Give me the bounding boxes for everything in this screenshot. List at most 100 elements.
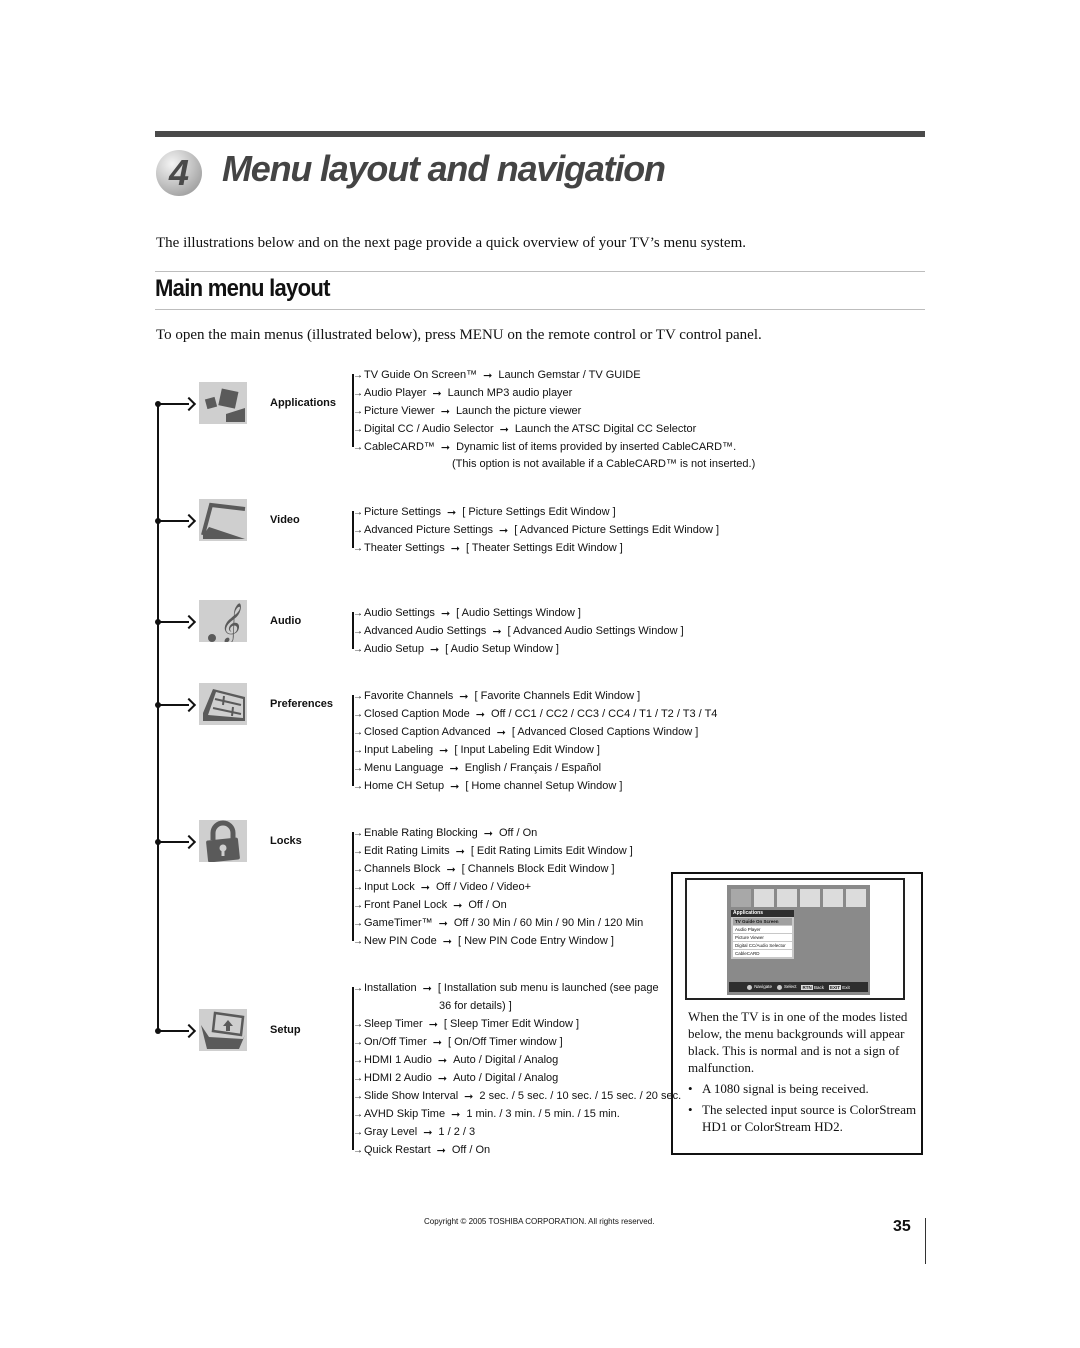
arrow-icon: ➞ xyxy=(447,506,457,519)
arrow-icon: ➞ xyxy=(449,762,459,775)
arrow-icon: → xyxy=(353,1054,363,1066)
menu-item: → New PIN Code ➞ [ New PIN Code Entry Windo… xyxy=(353,932,614,950)
menu-item-name: Home CH Setup xyxy=(364,780,445,792)
menu-item: → Quick Restart ➞ Off / On xyxy=(353,1141,490,1159)
tv-menu-item: Audio Player xyxy=(733,926,792,933)
arrow-icon: ➞ xyxy=(450,542,460,555)
bullet-glyph: • xyxy=(688,1081,693,1096)
menu-item-value: Launch the ATSC Digital CC Selector xyxy=(514,423,697,435)
menu-item-name: Audio Player xyxy=(364,387,427,399)
tv-select-hint: Select xyxy=(776,984,797,990)
tv-menu-header: Applications xyxy=(731,910,794,917)
arrow-icon: ➞ xyxy=(437,1072,448,1085)
menu-item-name: Advanced Audio Settings xyxy=(364,625,487,637)
arrow-icon: → xyxy=(353,1108,363,1120)
tv-exit-label: Exit xyxy=(842,984,850,990)
submenu-bracket xyxy=(352,511,354,548)
arrow-icon: → xyxy=(353,405,363,417)
arrow-icon: ➞ xyxy=(437,1054,448,1067)
menu-item-name: Advanced Picture Settings xyxy=(364,524,494,536)
arrow-icon: → xyxy=(353,1072,363,1084)
menu-item: → Input Labeling ➞ [ Input Labeling Edit Wi… xyxy=(353,741,600,759)
arrow-icon: ➞ xyxy=(436,1144,446,1157)
arrow-icon: ➞ xyxy=(440,405,450,418)
menu-item-name: Closed Caption Advanced xyxy=(364,726,491,738)
svg-text:𝄞: 𝄞 xyxy=(219,603,241,642)
menu-item-name: Picture Settings xyxy=(364,506,442,518)
menu-category-preferences: Preferences xyxy=(270,698,333,710)
arrow-icon: ➞ xyxy=(422,982,432,995)
menu-item-value: Off / Video / Video+ xyxy=(435,881,532,893)
menu-item-name: Input Labeling xyxy=(364,744,434,756)
tv-select-label: Select xyxy=(783,984,797,990)
arrow-icon: → xyxy=(353,780,363,792)
menu-item-name: Theater Settings xyxy=(364,542,445,554)
applications-icon xyxy=(199,382,247,424)
video-icon xyxy=(199,499,247,541)
arrow-icon: ➞ xyxy=(432,387,442,400)
menu-item-name: Closed Caption Mode xyxy=(364,708,470,720)
page-number-rule xyxy=(925,1218,926,1264)
menu-item-value: [ Edit Rating Limits Edit Window ] xyxy=(470,845,633,857)
arrow-icon: → xyxy=(353,744,363,756)
menu-item-name: Sleep Timer xyxy=(364,1018,423,1030)
instruction-paragraph: To open the main menus (illustrated belo… xyxy=(156,327,762,343)
menu-item: → Favorite Channels ➞ [ Favorite Channels E… xyxy=(353,687,640,705)
menu-item-name: HDMI 1 Audio xyxy=(364,1054,432,1066)
bullet-text: The selected input source is ColorStream… xyxy=(702,1102,917,1134)
arrow-icon: → xyxy=(353,726,363,738)
submenu-bracket xyxy=(352,374,354,447)
menu-item-name: Audio Setup xyxy=(364,643,424,655)
copyright: Copyright © 2005 TOSHIBA CORPORATION. Al… xyxy=(424,1217,655,1226)
bullet-text: A 1080 signal is being received. xyxy=(702,1081,869,1096)
menu-item-value: [ Picture Settings Edit Window ] xyxy=(462,506,616,518)
arrow-icon: → xyxy=(353,607,363,619)
menu-item-name: HDMI 2 Audio xyxy=(364,1072,432,1084)
note-text: When the TV is in one of the modes liste… xyxy=(688,1008,918,1135)
menu-item-value: [ New PIN Code Entry Window ] xyxy=(457,935,614,947)
submenu-bracket xyxy=(352,832,354,941)
arrow-icon: → xyxy=(353,387,363,399)
navigate-icon xyxy=(747,984,753,990)
locks-icon xyxy=(199,820,247,862)
branch-node xyxy=(155,619,161,625)
menu-item-name: New PIN Code xyxy=(364,935,437,947)
menu-item-value: Auto / Digital / Analog xyxy=(453,1072,559,1084)
menu-item: → Advanced Audio Settings ➞ [ Advanced Audi… xyxy=(353,622,684,640)
arrow-icon: → xyxy=(353,690,363,702)
tv-back-label: Back xyxy=(813,984,824,990)
menu-item-name: Front Panel Lock xyxy=(364,899,448,911)
submenu-bracket xyxy=(352,987,354,1150)
menu-item-value: 1 min. / 3 min. / 5 min. / 15 min. xyxy=(466,1108,620,1120)
branch-node xyxy=(155,518,161,524)
tv-menu-footer: Navigate Select RTN Back EXIT Exit xyxy=(729,982,868,992)
menu-item: → Gray Level ➞ 1 / 2 / 3 xyxy=(353,1123,475,1141)
menu-item: → Home CH Setup ➞ [ Home channel Setup Wind… xyxy=(353,777,622,795)
arrow-icon: ➞ xyxy=(440,441,451,454)
menu-item-name: Audio Settings xyxy=(364,607,435,619)
arrow-icon: ➞ xyxy=(496,726,506,739)
tv-exit-hint: EXIT Exit xyxy=(829,984,850,990)
arrow-icon: ➞ xyxy=(423,1126,433,1139)
arrow-icon xyxy=(181,1023,197,1039)
menu-item: → HDMI 1 Audio ➞ Auto / Digital / Analog xyxy=(353,1051,558,1069)
menu-item-name: Enable Rating Blocking xyxy=(364,827,478,839)
arrow-icon: ➞ xyxy=(428,1018,438,1031)
arrow-icon: → xyxy=(353,625,363,637)
menu-item-name: Digital CC / Audio Selector xyxy=(364,423,494,435)
arrow-icon xyxy=(181,396,197,412)
menu-item-value: Launch MP3 audio player xyxy=(447,387,573,399)
menu-item-value: Auto / Digital / Analog xyxy=(453,1054,559,1066)
chapter-number-badge: 4 xyxy=(156,150,202,196)
menu-item-value: [ Home channel Setup Window ] xyxy=(465,780,623,792)
menu-tree-trunk xyxy=(157,404,159,1032)
arrow-icon: → xyxy=(353,643,363,655)
submenu-bracket xyxy=(352,695,354,786)
audio-icon: 𝄞 xyxy=(199,600,247,642)
menu-item: → Picture Settings ➞ [ Picture Settings Edi… xyxy=(353,503,616,521)
menu-item-value: Dynamic list of items provided by insert… xyxy=(456,441,737,453)
menu-item-value: [ Installation sub menu is launched (see… xyxy=(437,982,659,994)
submenu-bracket xyxy=(352,612,354,649)
menu-category-setup: Setup xyxy=(270,1024,301,1036)
menu-item-value: [ Advanced Closed Captions Window ] xyxy=(511,726,699,738)
